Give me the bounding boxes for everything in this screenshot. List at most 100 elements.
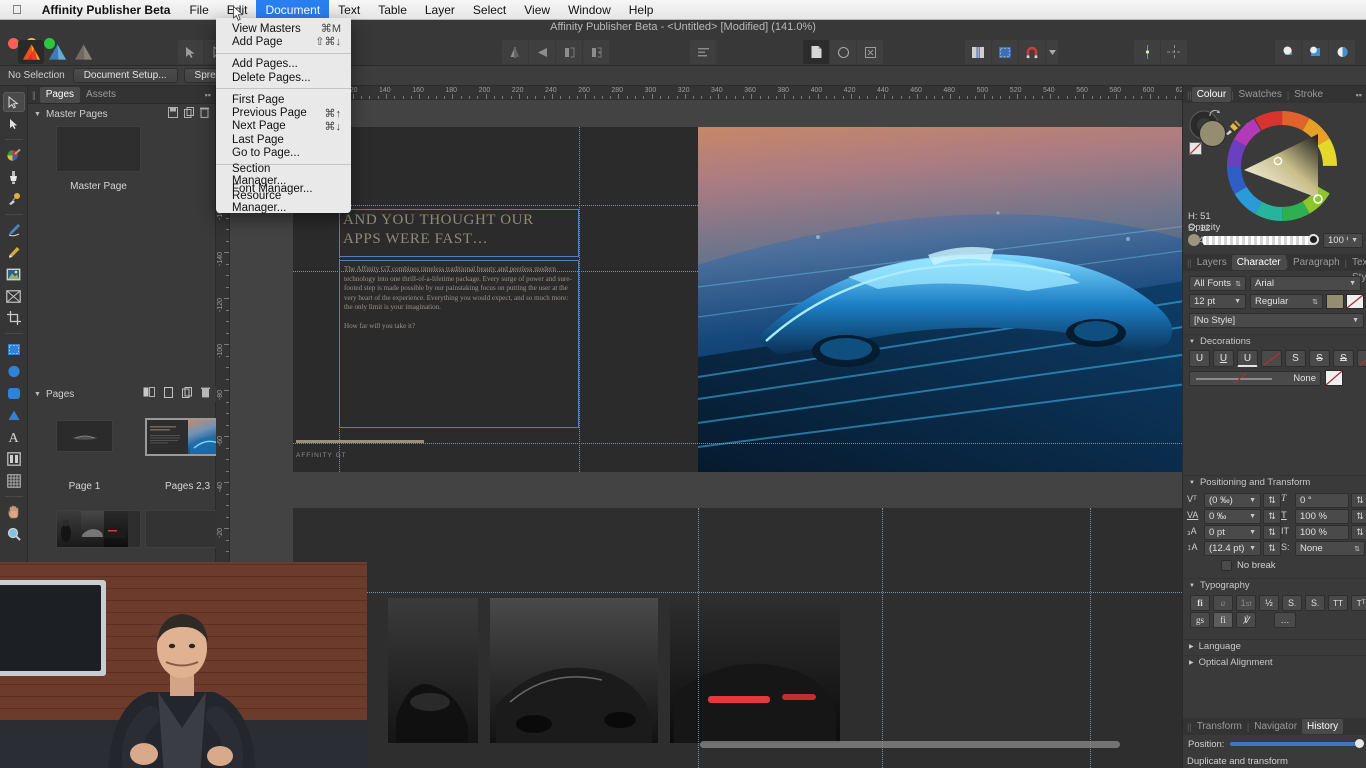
hand-tool-icon[interactable] (3, 502, 25, 522)
optical-alignment-section-header[interactable]: ▶ Optical Alignment (1183, 655, 1366, 669)
horizontal-scrollbar[interactable] (700, 741, 1120, 748)
picture-frame-tool-icon[interactable] (3, 264, 25, 284)
font-family-dropdown[interactable]: Arial ▼ (1250, 276, 1361, 291)
colour-picker-tool-icon[interactable] (3, 145, 25, 165)
pen-tool-icon[interactable] (3, 220, 25, 240)
menu-select[interactable]: Select (464, 0, 515, 20)
decorations-section-header[interactable]: ▼ Decorations (1183, 334, 1366, 348)
vertical-scale-field[interactable]: 100 % (1295, 509, 1349, 524)
menu-layer[interactable]: Layer (416, 0, 464, 20)
fill-swatch[interactable] (1199, 120, 1226, 147)
crop-icon[interactable] (857, 40, 883, 64)
menu-item-first-page[interactable]: First Page (216, 93, 351, 106)
spread-2-3[interactable]: AND YOU THOUGHT OUR APPS WERE FAST… The … (293, 127, 1182, 472)
horizontal-scale-stepper[interactable]: ⇅ (1351, 525, 1366, 540)
master-page-thumbnail[interactable] (56, 126, 141, 172)
small-caps-icon[interactable]: TT (1351, 595, 1366, 611)
move-tool-icon[interactable] (178, 40, 204, 64)
page-thumbnail-4-5[interactable] (56, 510, 141, 548)
delete-master-icon[interactable] (200, 107, 209, 121)
menu-text[interactable]: Text (329, 0, 369, 20)
tab-colour[interactable]: Colour (1192, 87, 1231, 102)
spread-image-3[interactable] (670, 598, 840, 743)
duplicate-master-icon[interactable] (184, 107, 194, 121)
duplicate-page-icon[interactable] (182, 387, 192, 401)
body-text-frame[interactable]: The Affinity GT combines timeless tradit… (339, 260, 579, 428)
designer-persona-icon[interactable] (44, 40, 70, 64)
artistic-text-tool-icon[interactable]: A (3, 427, 25, 447)
crosshair-icon[interactable] (1161, 40, 1187, 64)
crop-tool-icon[interactable] (3, 308, 25, 328)
chevron-down-icon[interactable]: ▼ (1249, 529, 1256, 536)
ellipse-tool-icon[interactable] (3, 361, 25, 381)
flip-horizontal-icon[interactable] (502, 40, 528, 64)
document-canvas[interactable]: AND YOU THOUGHT OUR APPS WERE FAST… The … (230, 100, 1182, 768)
font-filter-dropdown[interactable]: All Fonts ⇅ (1189, 276, 1246, 291)
pages-section-header[interactable]: ▼ Pages (28, 386, 216, 402)
underline-double-icon[interactable]: U (1237, 350, 1258, 367)
snap-options-icon[interactable] (1046, 40, 1058, 64)
tab-swatches[interactable]: Swatches (1234, 87, 1287, 102)
swash-icon[interactable]: ℣ (1236, 612, 1256, 628)
apple-icon[interactable]:  (0, 3, 32, 16)
history-entry[interactable]: Duplicate and transform (1183, 754, 1366, 768)
menu-item-previous-page[interactable]: Previous Page⌘↑ (216, 106, 351, 119)
typography-more-button[interactable]: … (1274, 612, 1296, 628)
chevron-down-icon[interactable]: ▼ (1349, 280, 1356, 287)
underline-icon[interactable]: U (1189, 350, 1210, 367)
language-section-header[interactable]: ▶ Language (1183, 639, 1366, 653)
subscript-icon[interactable]: S. (1305, 595, 1325, 611)
skew-stepper[interactable]: ⇅ (1351, 493, 1366, 508)
blend-icon[interactable] (1329, 40, 1355, 64)
tracking-stepper[interactable]: ⇅ (1263, 509, 1281, 524)
text-stroke-swatch[interactable] (1346, 294, 1364, 309)
ligature-standard-icon[interactable]: fi (1190, 595, 1210, 611)
chevron-right-icon[interactable]: ▶ (1189, 659, 1194, 666)
opacity-value-field[interactable]: 100 % ▼ (1323, 233, 1363, 248)
pencil-tool-icon[interactable] (3, 242, 25, 262)
document-setup-button[interactable]: Document Setup... (73, 68, 178, 83)
menu-item-go-to-page[interactable]: Go to Page... (216, 146, 351, 159)
adjustment-icon[interactable] (1275, 40, 1301, 64)
tab-assets[interactable]: Assets (80, 87, 122, 103)
hsl-colour-wheel[interactable] (1226, 110, 1338, 222)
node-tool-icon[interactable] (3, 114, 25, 134)
tab-paragraph[interactable]: Paragraph (1288, 255, 1345, 270)
menu-window[interactable]: Window (559, 0, 620, 20)
leading-field[interactable]: (12.4 pt) ▼ (1204, 541, 1261, 556)
panel-menu-icon[interactable]: ▪▪ (1356, 90, 1366, 100)
baseline-field[interactable]: 0 pt ▼ (1204, 525, 1261, 540)
circle-icon[interactable] (830, 40, 856, 64)
panel-menu-icon[interactable]: ▪▪ (205, 90, 215, 100)
master-pages-section-header[interactable]: ▼ Master Pages (28, 106, 215, 122)
chevron-down-icon[interactable]: ▼ (1189, 480, 1195, 486)
rectangle-tool-icon[interactable] (3, 339, 25, 359)
menu-edit[interactable]: Edit (218, 0, 257, 20)
photo-persona-icon[interactable] (18, 40, 44, 64)
contextual-alt-icon[interactable]: fi (1213, 612, 1233, 628)
chevron-down-icon[interactable]: ▼ (1234, 298, 1241, 305)
swap-colours-icon[interactable] (1209, 109, 1221, 122)
menu-item-resource-manager[interactable]: Resource Manager... (216, 195, 351, 208)
tab-history[interactable]: History (1302, 719, 1343, 734)
decoration-line-style-dropdown[interactable]: None (1189, 371, 1321, 386)
strikethrough-double-icon[interactable]: S (1333, 350, 1354, 367)
magnet-snap-icon[interactable] (1019, 40, 1045, 64)
spread-image-1[interactable] (388, 598, 478, 743)
history-position-slider[interactable] (1230, 742, 1362, 746)
menu-item-add-pages[interactable]: Add Pages... (216, 58, 351, 71)
spread-4-5[interactable] (293, 508, 1182, 768)
menu-table[interactable]: Table (369, 0, 416, 20)
menu-document[interactable]: Document (256, 0, 329, 20)
chevron-down-icon[interactable]: ▼ (1189, 583, 1195, 589)
new-master-icon[interactable] (168, 107, 178, 121)
chevron-down-icon[interactable]: ▼ (1249, 497, 1256, 504)
superscript-field[interactable]: None ⇅ (1295, 541, 1365, 556)
menu-item-add-page[interactable]: Add Page⇧⌘↓ (216, 35, 351, 48)
flip-vertical-icon[interactable] (529, 40, 555, 64)
underline-word-icon[interactable]: U (1213, 350, 1234, 367)
headline-text-frame[interactable]: AND YOU THOUGHT OUR APPS WERE FAST… (339, 209, 579, 257)
strikethrough-word-icon[interactable]: S (1309, 350, 1330, 367)
tab-stroke[interactable]: Stroke (1289, 87, 1328, 102)
guides-icon[interactable] (1134, 40, 1160, 64)
